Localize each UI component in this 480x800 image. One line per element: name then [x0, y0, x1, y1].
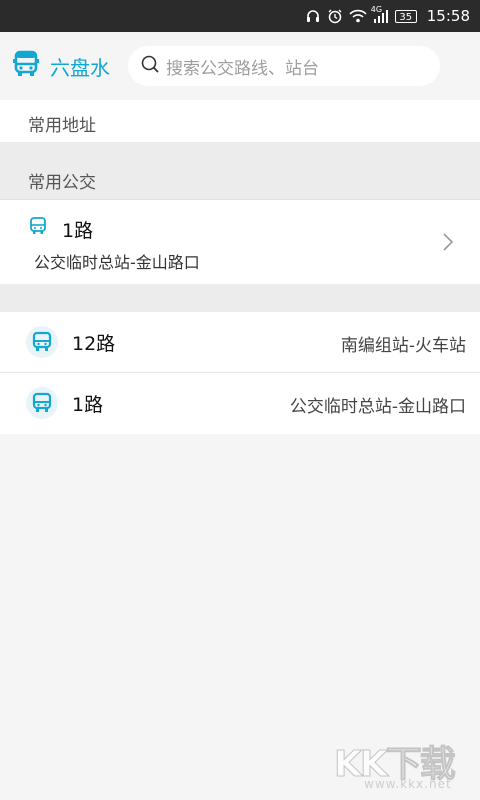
bus-logo-icon [12, 50, 40, 82]
bus-route-name: 1路 [72, 394, 104, 416]
search-icon [140, 54, 160, 78]
bus-icon [26, 387, 58, 419]
list-item[interactable]: 1路 公交临时总站-金山路口 [0, 373, 480, 434]
search-placeholder: 搜索公交路线、站台 [166, 58, 319, 79]
status-time: 15:58 [426, 7, 470, 25]
status-bar: 4G 35 15:58 [0, 0, 480, 32]
city-name: 六盘水 [50, 55, 110, 80]
bus-icon [26, 326, 58, 358]
cellular-signal-icon: 4G [371, 5, 389, 23]
frequent-buses-header: 常用公交 [0, 162, 480, 200]
section-divider [0, 284, 480, 312]
bus-route-stops: 公交临时总站-金山路口 [289, 397, 466, 417]
network-type-label: 4G [370, 5, 383, 14]
favorite-bus-route: 1路 [62, 220, 94, 242]
app-header: 六盘水 搜索公交路线、站台 [0, 32, 480, 100]
bus-route-stops: 南编组站-火车站 [340, 336, 466, 356]
bus-route-name: 12路 [72, 333, 116, 355]
search-input[interactable]: 搜索公交路线、站台 [128, 46, 440, 86]
chevron-right-icon [442, 232, 454, 256]
battery-level: 35 [394, 9, 417, 23]
recent-bus-list: 12路 南编组站-火车站 1路 公交临时总站-金山路口 [0, 312, 480, 434]
wifi-icon [349, 9, 367, 23]
headphones-icon [305, 8, 321, 24]
frequent-addresses-header[interactable]: 常用地址 [0, 100, 480, 142]
favorite-bus-stops: 公交临时总站-金山路口 [34, 253, 200, 272]
watermark: KK下载 www.kkx.net [334, 735, 474, 795]
section-divider [0, 142, 480, 162]
status-icons: 4G 35 15:58 [305, 5, 470, 25]
battery-icon: 35 [394, 9, 417, 23]
watermark-url: www.kkx.net [364, 777, 452, 791]
list-item[interactable]: 12路 南编组站-火车站 [0, 312, 480, 373]
city-selector[interactable]: 六盘水 [0, 50, 120, 82]
favorite-bus-card[interactable]: 1路 公交临时总站-金山路口 [0, 200, 480, 284]
bus-icon [28, 216, 48, 236]
alarm-icon [327, 8, 343, 24]
